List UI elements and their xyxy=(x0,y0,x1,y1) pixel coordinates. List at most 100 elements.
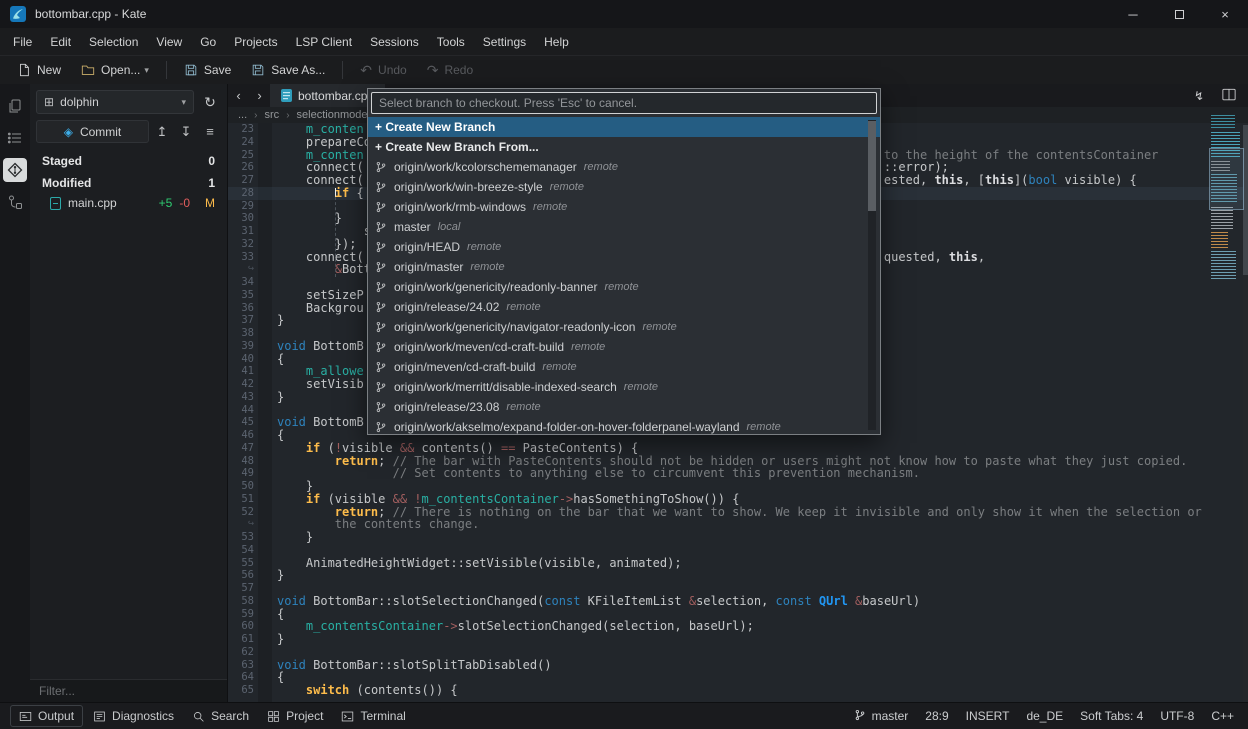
refresh-button[interactable]: ↻ xyxy=(199,94,221,111)
code-line[interactable]: 53 } xyxy=(228,531,1248,544)
branch-item[interactable]: origin/work/merritt/disable-indexed-sear… xyxy=(368,377,880,397)
filter-input[interactable] xyxy=(30,679,227,702)
tab-settings[interactable]: Soft Tabs: 4 xyxy=(1080,709,1143,723)
branch-search-input[interactable] xyxy=(371,92,877,114)
git-branch-icon xyxy=(375,341,387,353)
save-button[interactable]: Save xyxy=(175,59,240,81)
modified-file-row[interactable]: main.cpp +5 -0 M xyxy=(30,193,227,213)
project-selector[interactable]: ⊞ dolphin ▾ xyxy=(36,90,194,114)
branch-scope-tag: remote xyxy=(747,421,781,433)
code-line[interactable]: 49 // Set contents to anything else to c… xyxy=(228,467,1248,480)
branch-label: origin/master xyxy=(394,260,463,274)
panel-diagnostics-button[interactable]: Diagnostics xyxy=(85,706,182,726)
menu-edit[interactable]: Edit xyxy=(41,31,80,53)
branch-item[interactable]: origin/work/win-breeze-styleremote xyxy=(368,177,880,197)
insert-mode[interactable]: INSERT xyxy=(966,709,1010,723)
branch-label: origin/work/kcolorschememanager xyxy=(394,160,577,174)
branch-item[interactable]: origin/work/rmb-windowsremote xyxy=(368,197,880,217)
branch-indicator[interactable]: master xyxy=(854,709,909,724)
popup-scrollbar[interactable] xyxy=(868,120,876,430)
file-type[interactable]: C++ xyxy=(1211,709,1234,723)
symbols-icon[interactable] xyxy=(3,190,27,214)
minimize-button[interactable]: ─ xyxy=(1110,0,1156,28)
menu-tools[interactable]: Tools xyxy=(428,31,474,53)
menu-projects[interactable]: Projects xyxy=(225,31,286,53)
branch-item[interactable]: origin/release/23.08remote xyxy=(368,397,880,417)
create-branch-item[interactable]: + Create New Branch From... xyxy=(368,137,880,157)
branch-item[interactable]: origin/work/akselmo/expand-folder-on-hov… xyxy=(368,417,880,434)
cpp-file-icon xyxy=(281,89,292,102)
menu-help[interactable]: Help xyxy=(535,31,578,53)
line-number: 58 xyxy=(228,595,254,608)
git-push-button[interactable]: ↥ xyxy=(151,121,173,143)
staged-section[interactable]: Staged 0 xyxy=(30,149,227,171)
branch-item[interactable]: origin/work/genericity/readonly-bannerre… xyxy=(368,277,880,297)
git-tool-icon[interactable] xyxy=(3,158,27,182)
branch-item[interactable]: origin/release/24.02remote xyxy=(368,297,880,317)
code-line[interactable]: 58void BottomBar::slotSelectionChanged(c… xyxy=(228,595,1248,608)
quick-actions-icon[interactable]: ↯ xyxy=(1194,89,1204,103)
line-number: 54 xyxy=(228,544,254,557)
code-line[interactable]: 61} xyxy=(228,633,1248,646)
undo-button[interactable]: ↶ Undo xyxy=(351,59,415,81)
branch-item[interactable]: masterlocal xyxy=(368,217,880,237)
open-button[interactable]: Open... ▾ xyxy=(72,59,158,81)
save-as-button[interactable]: Save As... xyxy=(242,59,334,81)
menu-file[interactable]: File xyxy=(4,31,41,53)
menu-settings[interactable]: Settings xyxy=(474,31,535,53)
documents-icon[interactable] xyxy=(3,94,27,118)
panel-search-button[interactable]: Search xyxy=(184,706,257,726)
branch-item[interactable]: origin/work/meven/cd-craft-buildremote xyxy=(368,337,880,357)
keyboard-layout[interactable]: de_DE xyxy=(1026,709,1063,723)
branch-item[interactable]: origin/masterremote xyxy=(368,257,880,277)
branch-item[interactable]: origin/work/genericity/navigator-readonl… xyxy=(368,317,880,337)
branch-item[interactable]: origin/meven/cd-craft-buildremote xyxy=(368,357,880,377)
new-button[interactable]: New xyxy=(8,59,70,81)
cursor-position[interactable]: 28:9 xyxy=(925,709,948,723)
close-button[interactable]: × xyxy=(1202,0,1248,28)
modified-section[interactable]: Modified 1 xyxy=(30,171,227,193)
redo-icon: ↷ xyxy=(427,63,439,77)
line-number: 33 xyxy=(228,251,254,264)
git-menu-button[interactable]: ≡ xyxy=(199,121,221,143)
maximize-button[interactable] xyxy=(1156,0,1202,28)
branch-item[interactable]: origin/HEADremote xyxy=(368,237,880,257)
menu-sessions[interactable]: Sessions xyxy=(361,31,428,53)
commit-button[interactable]: ◈ Commit xyxy=(36,120,149,143)
line-number: 51 xyxy=(228,493,254,506)
create-branch-item[interactable]: + Create New Branch xyxy=(368,117,880,137)
diagnostics-list-icon[interactable] xyxy=(3,126,27,150)
panel-output-button[interactable]: Output xyxy=(10,705,83,727)
breadcrumb-item[interactable]: src xyxy=(265,109,280,121)
breadcrumb-item[interactable]: selectionmode xyxy=(297,109,368,121)
git-pull-button[interactable]: ↧ xyxy=(175,121,197,143)
redo-button[interactable]: ↷ Redo xyxy=(418,59,482,81)
branch-scope-tag: remote xyxy=(604,281,638,293)
menu-lsp-client[interactable]: LSP Client xyxy=(287,31,361,53)
panel-project-button[interactable]: Project xyxy=(259,706,331,726)
code-line[interactable]: ↪ the contents change. xyxy=(228,518,1248,531)
code-line[interactable]: 63void BottomBar::slotSplitTabDisabled() xyxy=(228,659,1248,672)
branch-item[interactable]: origin/work/kcolorschememanagerremote xyxy=(368,157,880,177)
nav-back-button[interactable]: ‹ xyxy=(228,84,249,107)
panel-terminal-button[interactable]: Terminal xyxy=(333,706,413,726)
menu-go[interactable]: Go xyxy=(191,31,225,53)
minimap-viewport[interactable] xyxy=(1209,148,1244,210)
split-view-icon[interactable] xyxy=(1222,88,1236,104)
code-line[interactable]: 60 m_contentsContainer->slotSelectionCha… xyxy=(228,620,1248,633)
line-number: 39 xyxy=(228,340,254,353)
staged-label: Staged xyxy=(42,154,82,168)
code-line[interactable]: 56} xyxy=(228,569,1248,582)
line-number: 57 xyxy=(228,582,254,595)
encoding[interactable]: UTF-8 xyxy=(1160,709,1194,723)
menu-selection[interactable]: Selection xyxy=(80,31,147,53)
code-line[interactable]: 65 switch (contents()) { xyxy=(228,684,1248,697)
minimap[interactable] xyxy=(1211,115,1242,287)
menu-view[interactable]: View xyxy=(147,31,191,53)
breadcrumb-item[interactable]: ... xyxy=(238,109,247,121)
code-line[interactable]: 55 AnimatedHeightWidget::setVisible(visi… xyxy=(228,557,1248,570)
line-number: 23 xyxy=(228,123,254,136)
toolbar-separator xyxy=(342,61,343,79)
popup-scrollbar-thumb[interactable] xyxy=(868,121,876,211)
nav-forward-button[interactable]: › xyxy=(249,84,270,107)
